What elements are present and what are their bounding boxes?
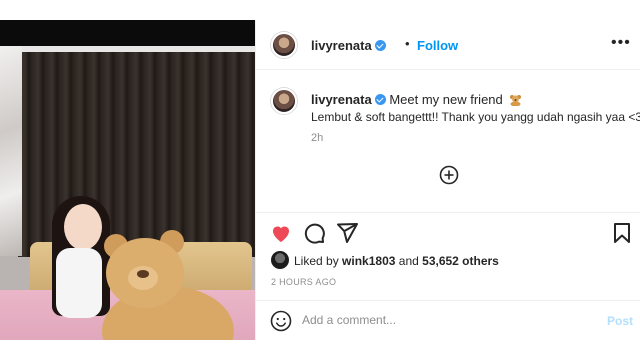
verified-badge-icon bbox=[374, 40, 386, 51]
caption-line-1: livyrenata Meet my new friend bbox=[311, 92, 522, 107]
teddy-bear-emoji bbox=[510, 95, 522, 106]
verified-badge-icon bbox=[374, 94, 386, 105]
comment-input[interactable] bbox=[302, 313, 582, 327]
bookmark-icon[interactable] bbox=[610, 221, 634, 245]
heart-icon[interactable] bbox=[269, 221, 293, 245]
post-comment-button[interactable]: Post bbox=[607, 314, 633, 328]
likes-text: Liked by wink1803 and 53,652 others bbox=[294, 254, 499, 268]
comment-icon[interactable] bbox=[302, 221, 326, 245]
caption-timestamp: 2h bbox=[311, 132, 324, 144]
author-username-text[interactable]: livyrenata bbox=[311, 38, 372, 53]
plus-circle-icon[interactable] bbox=[439, 165, 459, 185]
liked-by-prefix: Liked by bbox=[294, 254, 339, 268]
smiley-icon[interactable] bbox=[270, 310, 292, 332]
liker-avatar[interactable] bbox=[271, 251, 289, 269]
caption-author-avatar[interactable] bbox=[271, 88, 297, 114]
post-caption: livyrenata Meet my new friend Lembut & s… bbox=[256, 70, 640, 220]
post-actions bbox=[256, 212, 640, 252]
post-photo[interactable] bbox=[0, 20, 255, 340]
caption-text-1: Meet my new friend bbox=[389, 92, 503, 107]
post-side-panel: livyrenata • Follow ••• livyrenata Meet … bbox=[255, 20, 640, 340]
author-avatar[interactable] bbox=[271, 32, 297, 58]
post-timestamp[interactable]: 2 HOURS AGO bbox=[271, 277, 336, 287]
photo-marble-wall bbox=[0, 46, 22, 256]
comment-bar: Post bbox=[256, 300, 640, 340]
share-icon[interactable] bbox=[335, 221, 359, 245]
photo-teddy-bear bbox=[84, 230, 234, 340]
liked-by-user[interactable]: wink1803 bbox=[342, 254, 395, 268]
liked-by-others[interactable]: 53,652 others bbox=[422, 254, 499, 268]
liked-by-and: and bbox=[398, 254, 419, 268]
more-icon[interactable]: ••• bbox=[611, 34, 631, 52]
follow-button[interactable]: Follow bbox=[417, 38, 458, 53]
caption-username[interactable]: livyrenata bbox=[311, 92, 372, 107]
caption-text-2: Lembut & soft bangettt!! Thank you yangg… bbox=[311, 110, 640, 124]
teddy-nose bbox=[137, 270, 149, 278]
author-username[interactable]: livyrenata bbox=[311, 38, 386, 53]
likes-row: Liked by wink1803 and 53,652 others bbox=[256, 250, 640, 272]
header-separator: • bbox=[405, 36, 410, 51]
instagram-post-embed: livyrenata • Follow ••• livyrenata Meet … bbox=[0, 0, 640, 360]
post-header: livyrenata • Follow ••• bbox=[256, 20, 640, 70]
photo-top-bar bbox=[0, 20, 255, 46]
